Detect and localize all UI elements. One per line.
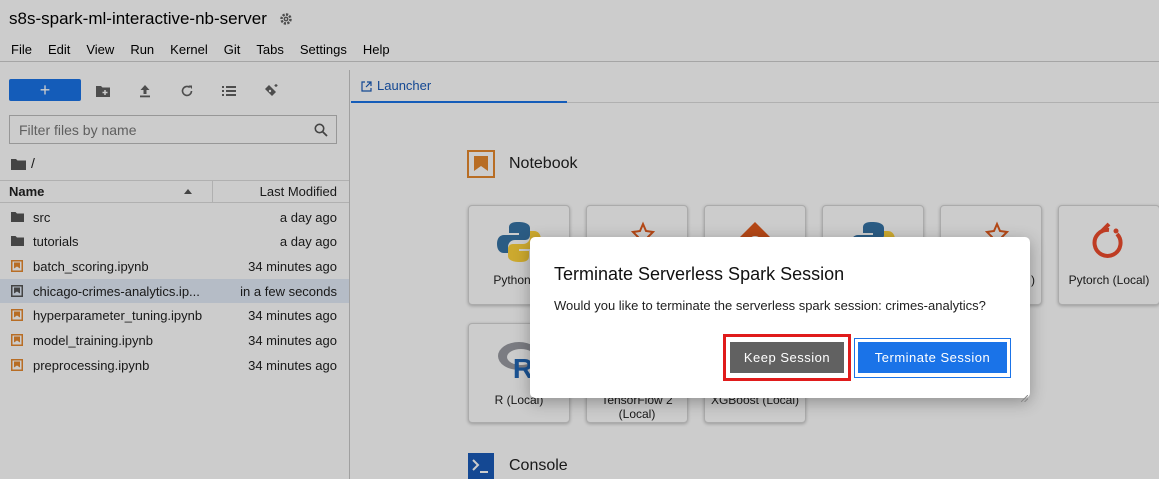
dialog-message: Would you like to terminate the serverle… [554,298,986,313]
terminate-session-button[interactable]: Terminate Session [858,342,1007,373]
keep-session-button[interactable]: Keep Session [730,342,844,373]
resize-grip-icon[interactable] [1020,389,1029,403]
terminate-session-dialog: Terminate Serverless Spark Session Would… [530,237,1030,403]
dialog-title: Terminate Serverless Spark Session [554,264,845,284]
